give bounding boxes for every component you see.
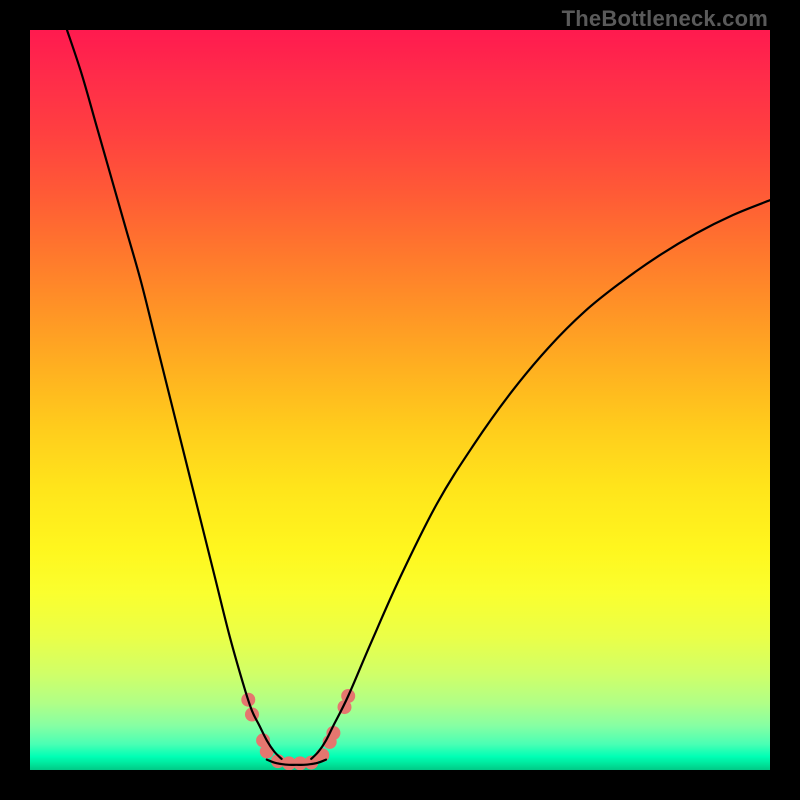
marker-layer: [241, 689, 355, 770]
chart-frame: TheBottleneck.com: [0, 0, 800, 800]
watermark-text: TheBottleneck.com: [562, 6, 768, 32]
line-layer: [67, 30, 770, 765]
curves-svg: [30, 30, 770, 770]
curve-right-curve: [311, 200, 770, 759]
plot-area: [30, 30, 770, 770]
curve-left-curve: [67, 30, 282, 759]
